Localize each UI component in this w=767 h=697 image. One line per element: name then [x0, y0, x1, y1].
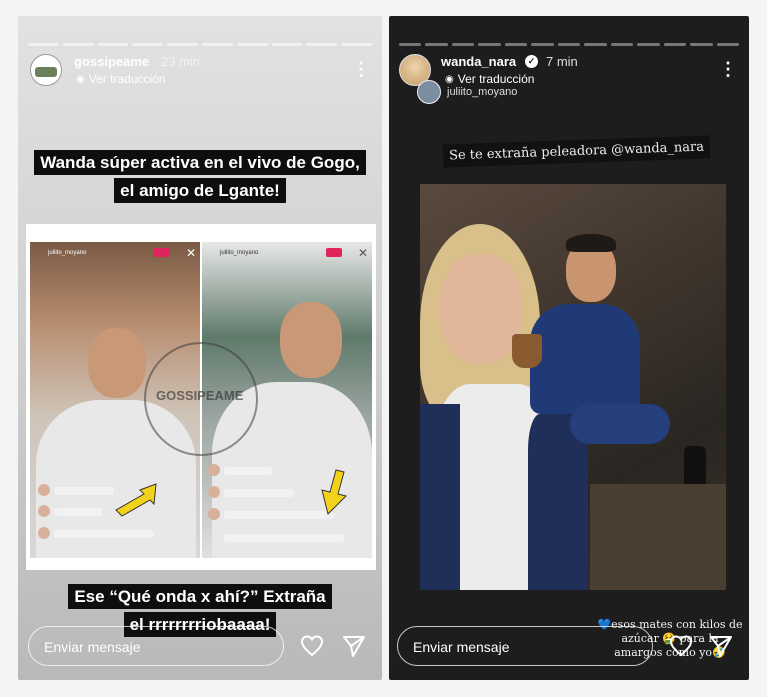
- comment-line: [54, 487, 114, 495]
- verified-badge-icon: ✓: [525, 55, 538, 68]
- translate-label: Ver traducción: [457, 72, 535, 86]
- send-icon[interactable]: [709, 634, 733, 658]
- translate-link[interactable]: ◉ Ver traducción: [76, 72, 165, 86]
- comment-avatar: [208, 464, 220, 476]
- story-username[interactable]: wanda_nara: [441, 54, 516, 69]
- right-story-panel: wanda_nara ✓ 7 min ◉ Ver traducción juli…: [389, 16, 749, 680]
- send-icon[interactable]: [342, 634, 366, 658]
- story-caption-top: Se te extraña peleadora @wanda_nara: [442, 135, 711, 168]
- story-username[interactable]: gossipeame: [74, 54, 149, 69]
- comment-avatar: [208, 508, 220, 520]
- man-legs: [570, 404, 670, 444]
- comment-line: [224, 467, 272, 475]
- comment-line: [54, 508, 102, 516]
- man-shirt: [530, 304, 640, 414]
- woman-jacket: [420, 404, 460, 590]
- avatar[interactable]: [30, 54, 62, 86]
- comment-line: [224, 489, 294, 497]
- more-options-icon[interactable]: ⋮: [719, 60, 737, 78]
- close-icon[interactable]: ✕: [358, 246, 368, 260]
- live-header-name: juliito_moyano: [48, 250, 87, 256]
- ground: [590, 484, 726, 590]
- live-header-name: juliito_moyano: [220, 250, 259, 256]
- more-options-icon[interactable]: ⋮: [352, 60, 370, 78]
- person-head: [88, 328, 146, 398]
- live-badge: [154, 248, 170, 257]
- comment-avatar: [38, 527, 50, 539]
- translate-icon: ◉: [445, 73, 454, 85]
- left-story-panel: gossipeame 23 min ◉ Ver traducción ⋮ Wan…: [18, 16, 382, 680]
- tagged-user-avatar[interactable]: [417, 80, 441, 104]
- message-input[interactable]: Enviar mensaje: [28, 626, 284, 666]
- woman-face: [440, 254, 522, 364]
- yellow-arrow-icon: [321, 469, 347, 515]
- comment-avatar: [38, 505, 50, 517]
- person-head: [280, 302, 342, 378]
- caption-line: Wanda súper activa en el vivo de Gogo,: [34, 150, 366, 175]
- close-icon[interactable]: ✕: [186, 246, 196, 260]
- mate-cup: [512, 334, 542, 368]
- story-progress-bar: [28, 43, 372, 46]
- yellow-arrow-icon: [115, 483, 157, 517]
- story-time: 7 min: [546, 54, 578, 69]
- story-caption-top: Wanda súper activa en el vivo de Gogo, e…: [18, 149, 382, 205]
- heart-icon[interactable]: [669, 634, 693, 658]
- story-time: 23 min: [161, 54, 201, 69]
- caption-line: Ese “Qué onda x ahí?” Extraña: [68, 584, 332, 609]
- comment-avatar: [208, 486, 220, 498]
- tagged-username[interactable]: juliito_moyano: [447, 86, 517, 98]
- translate-label: Ver traducción: [88, 72, 166, 86]
- live-screenshot-collage: juliito_moyano ✕ juliito_moyano ✕ GOSSIP…: [26, 224, 376, 570]
- translate-icon: ◉: [76, 73, 85, 85]
- caption-line: Se te extraña peleadora @wanda_nara: [448, 139, 705, 164]
- comment-line: [54, 530, 154, 538]
- watermark-text: GOSSIPEAME: [156, 388, 244, 403]
- comment-avatar: [38, 484, 50, 496]
- caption-line: el amigo de Lgante!: [114, 178, 286, 203]
- story-progress-bar: [399, 43, 740, 46]
- translate-link[interactable]: ◉ Ver traducción: [445, 72, 534, 86]
- heart-icon[interactable]: [300, 634, 324, 658]
- man-hair: [566, 234, 616, 252]
- comment-line: [224, 534, 344, 542]
- live-badge: [326, 248, 342, 257]
- selfie-photo: [420, 184, 726, 590]
- message-input[interactable]: Enviar mensaje: [397, 626, 653, 666]
